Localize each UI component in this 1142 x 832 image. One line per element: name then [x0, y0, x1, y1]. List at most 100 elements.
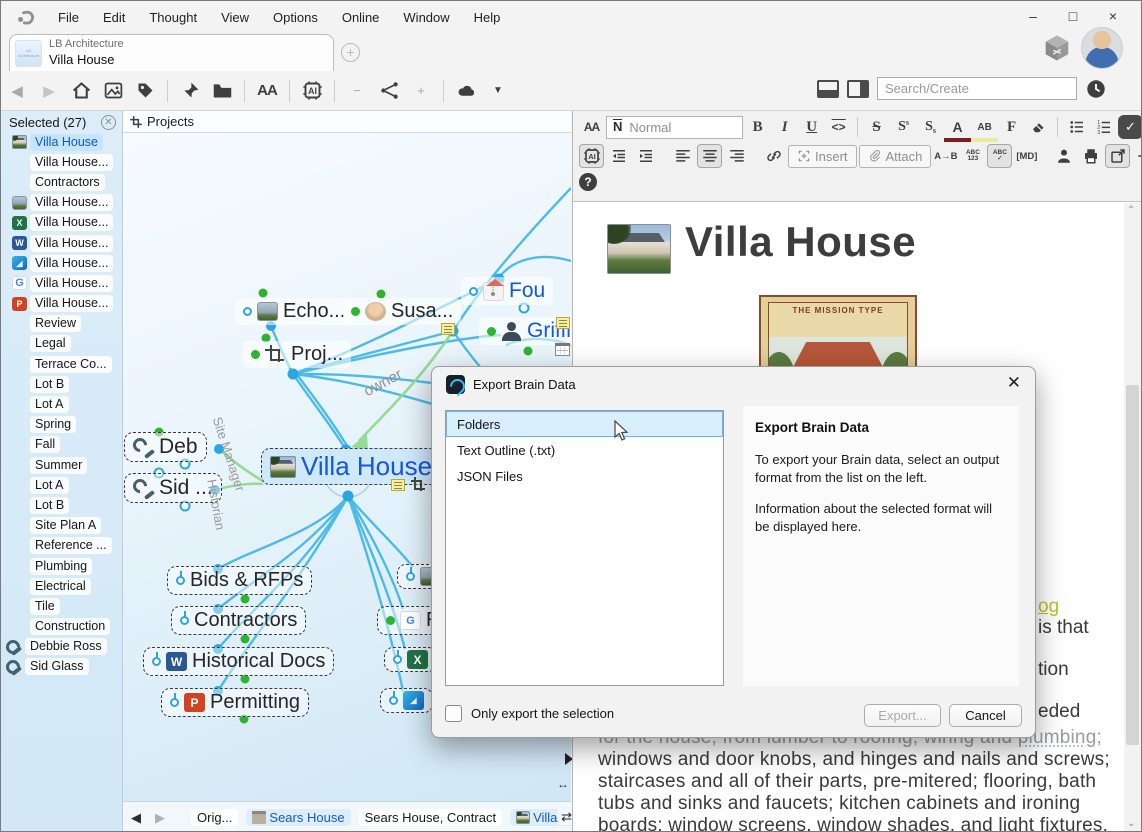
sidebar-item[interactable]: Debbie Ross [1, 637, 122, 657]
menu-item[interactable]: Options [264, 6, 327, 29]
strikethrough-button[interactable]: S [864, 115, 889, 139]
clear-format-eraser-icon[interactable] [1026, 115, 1051, 139]
sidebar-item[interactable]: Villa House... [1, 294, 122, 314]
sidebar-item[interactable]: Lot B [1, 495, 122, 515]
cloud-sync-button[interactable] [453, 78, 479, 104]
history-item[interactable]: Orig... [191, 809, 238, 826]
graph-node[interactable]: Bids & RFPs [167, 566, 312, 595]
sidebar-item[interactable]: Plumbing [1, 556, 122, 576]
open-in-window-button[interactable] [1105, 144, 1130, 168]
scroll-up-icon[interactable]: ⌃ [1127, 205, 1135, 216]
close-selection-icon[interactable]: ✕ [101, 115, 116, 130]
minimize-button[interactable]: – [1013, 1, 1053, 31]
sidebar-item[interactable]: Lot B [1, 374, 122, 394]
collapse-button[interactable] [1132, 144, 1142, 168]
export-format-option[interactable]: Folders [446, 411, 723, 437]
sidebar-item[interactable]: Terrace Co... [1, 354, 122, 374]
node-anchor-icon[interactable] [469, 287, 478, 296]
user-avatar[interactable] [1081, 27, 1123, 69]
align-right-button[interactable] [724, 144, 749, 168]
notes-scrollbar[interactable]: ⌃ ⌄ [1124, 203, 1141, 831]
italic-button[interactable]: I [772, 115, 797, 139]
only-export-selection-checkbox[interactable] [445, 705, 462, 722]
panel-resize-icon[interactable]: ↔ [557, 777, 569, 791]
abc-numbering-button[interactable]: ABC123 [960, 144, 985, 168]
sidebar-item[interactable]: Sid Glass [1, 657, 122, 677]
markdown-button[interactable]: [MD] [1014, 144, 1039, 168]
align-left-button[interactable] [670, 144, 695, 168]
sidebar-item[interactable]: Fall [1, 435, 122, 455]
code-button[interactable]: <> [826, 115, 851, 139]
villa-pin-icon[interactable] [411, 477, 426, 492]
node-anchor-icon[interactable] [180, 616, 189, 625]
sidebar-item[interactable]: Review [1, 314, 122, 334]
zoom-out-button[interactable]: − [344, 78, 370, 104]
notes-font-size-button[interactable]: AA [579, 115, 604, 139]
node-anchor-icon[interactable] [393, 655, 402, 664]
menu-item[interactable]: Help [465, 6, 510, 29]
history-clock-icon[interactable] [1085, 78, 1107, 100]
link-button[interactable] [761, 144, 786, 168]
pin-button[interactable] [177, 78, 203, 104]
history-back-button[interactable]: ◀ [131, 810, 141, 826]
plex-layout-button[interactable] [376, 78, 402, 104]
calendar-icon[interactable] [555, 343, 570, 356]
export-button[interactable]: Export... [864, 704, 941, 727]
paragraph-style-dropdown[interactable]: N Normal [606, 116, 743, 139]
horizontal-split-button[interactable] [817, 80, 839, 98]
spellcheck-button[interactable]: ABC✓ [987, 144, 1012, 168]
sidebar-item[interactable]: Villa House [1, 132, 122, 152]
node-anchor-icon[interactable] [351, 307, 360, 316]
sidebar-item[interactable]: Site Plan A [1, 516, 122, 536]
history-forward-button[interactable]: ▶ [155, 810, 165, 826]
node-anchor-icon[interactable] [487, 327, 496, 336]
sidebar-item[interactable]: Contractors [1, 172, 122, 192]
indent-button[interactable] [633, 144, 658, 168]
search-input[interactable] [877, 77, 1077, 100]
graph-node[interactable]: Historical Docs [143, 647, 334, 676]
menu-item[interactable]: File [49, 6, 88, 29]
checklist-button[interactable]: ✓ [1118, 115, 1142, 139]
history-item[interactable]: Sears House, Contract [359, 809, 503, 826]
menu-item[interactable]: View [212, 6, 258, 29]
attach-button[interactable]: Attach [859, 145, 932, 168]
sidebar-item[interactable]: Villa House... [1, 273, 122, 293]
scroll-thumb[interactable] [1126, 385, 1139, 745]
scroll-down-icon[interactable]: ⌄ [1127, 818, 1135, 829]
node-anchor-icon[interactable] [406, 572, 415, 581]
wallpaper-button[interactable] [100, 78, 126, 104]
home-button[interactable] [68, 78, 94, 104]
export-format-option[interactable]: JSON Files [446, 463, 723, 489]
underline-button[interactable]: U [799, 115, 824, 139]
menu-item[interactable]: Online [333, 6, 389, 29]
font-color-button[interactable]: A [945, 115, 970, 139]
sidebar-item[interactable]: Electrical [1, 576, 122, 596]
sidebar-item[interactable]: Legal [1, 334, 122, 354]
ai-button[interactable] [299, 78, 325, 104]
maximize-button[interactable]: □ [1053, 1, 1093, 31]
sidebar-item[interactable]: Spring [1, 415, 122, 435]
help-button[interactable]: ? [579, 173, 597, 191]
folder-button[interactable] [209, 78, 235, 104]
author-button[interactable] [1051, 144, 1076, 168]
sidebar-item[interactable]: Villa House... [1, 152, 122, 172]
font-button[interactable]: F [999, 115, 1024, 139]
history-item[interactable]: Sears House [246, 809, 350, 826]
villa-note-icon[interactable] [391, 479, 405, 491]
bold-button[interactable]: B [745, 115, 770, 139]
sidebar-item[interactable]: Villa House... [1, 213, 122, 233]
sidebar-item[interactable]: Construction [1, 617, 122, 637]
node-anchor-icon[interactable] [389, 696, 398, 705]
numbered-list-button[interactable] [1091, 115, 1116, 139]
export-format-option[interactable]: Text Outline (.txt) [446, 437, 723, 463]
graph-node[interactable]: Fou [461, 277, 553, 305]
font-size-button[interactable]: AA [254, 78, 280, 104]
new-tab-button[interactable]: + [341, 43, 360, 62]
sidebar-item[interactable]: Villa House... [1, 253, 122, 273]
graph-node[interactable] [384, 647, 437, 672]
graph-node[interactable]: Proj... [243, 341, 351, 368]
node-anchor-icon[interactable] [170, 698, 179, 707]
pinned-thought[interactable]: Projects [147, 114, 194, 129]
notes-ai-button[interactable] [579, 144, 604, 168]
graph-node[interactable]: Susa... [343, 298, 461, 325]
